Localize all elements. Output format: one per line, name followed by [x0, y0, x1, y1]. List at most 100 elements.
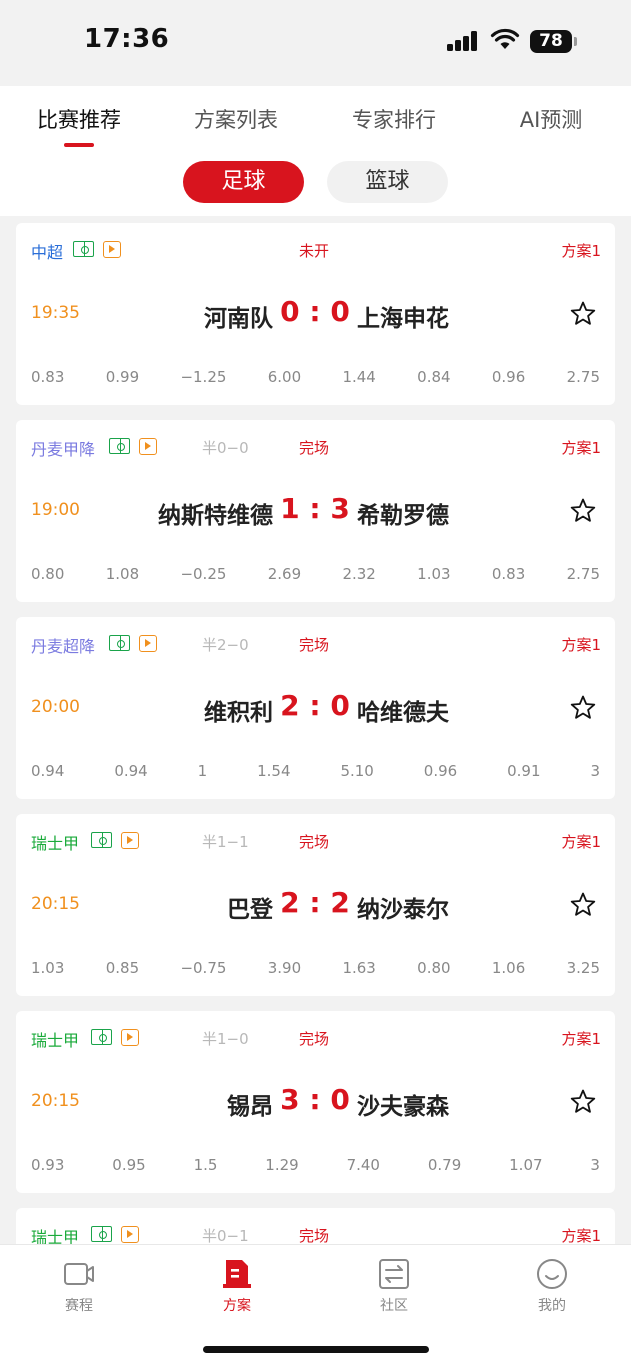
match-list[interactable]: 中超 未开 方案1 19:35 河南队 0 : 0 上海申花 0.83 0.99 −1.25 6.0…	[0, 216, 631, 1244]
plan-link[interactable]: 方案1	[561, 634, 601, 655]
odds-value: 0.95	[112, 1156, 146, 1174]
match-status: 完场	[299, 439, 330, 457]
tabbar-item-plan[interactable]: 方案	[187, 1257, 287, 1315]
odds-value: 2.75	[566, 368, 600, 386]
home-team: 维积利	[204, 700, 273, 726]
video-play-icon[interactable]	[103, 241, 121, 258]
match-icons	[109, 635, 157, 652]
pitch-icon[interactable]	[91, 832, 112, 848]
video-play-icon[interactable]	[121, 832, 139, 849]
league-name[interactable]: 瑞士甲	[31, 1027, 79, 1051]
odds-value: 0.91	[507, 762, 541, 780]
tabbar-label: 方案	[223, 1298, 251, 1314]
odds-value: 0.94	[114, 762, 148, 780]
tabbar-item-community[interactable]: 社区	[344, 1257, 444, 1315]
odds-value: 0.84	[417, 368, 451, 386]
favorite-star-icon[interactable]	[569, 1088, 597, 1116]
plan-link[interactable]: 方案1	[561, 1028, 601, 1049]
odds-value: 5.10	[340, 762, 374, 780]
tabbar-item-mine[interactable]: 我的	[502, 1257, 602, 1315]
match-icons	[73, 241, 121, 258]
pitch-icon[interactable]	[109, 438, 130, 454]
half-time-score: 半1−0	[202, 1030, 249, 1048]
odds-value: 0.93	[31, 1156, 65, 1174]
plan-link[interactable]: 方案1	[561, 437, 601, 458]
plan-link[interactable]: 方案1	[561, 1225, 601, 1244]
video-play-icon[interactable]	[139, 438, 157, 455]
pitch-icon[interactable]	[91, 1226, 112, 1242]
video-play-icon[interactable]	[139, 635, 157, 652]
home-team: 巴登	[227, 897, 273, 923]
match-status: 完场	[299, 1030, 330, 1048]
tab-expert-ranking[interactable]: 专家排行	[324, 104, 464, 134]
odds-value: 2.32	[342, 565, 376, 583]
kickoff-time: 20:15	[31, 894, 80, 914]
odds-row: 0.80 1.08 −0.25 2.69 2.32 1.03 0.83 2.75	[31, 565, 600, 583]
tab-match-recommend[interactable]: 比赛推荐	[9, 104, 149, 134]
pitch-icon[interactable]	[109, 635, 130, 651]
odds-row: 0.93 0.95 1.5 1.29 7.40 0.79 1.07 3	[31, 1156, 600, 1174]
match-card[interactable]: 瑞士甲 半1−1 完场 方案1 20:15 巴登 2 : 2 纳沙泰尔 1.03 0.85 −0.7…	[16, 814, 615, 996]
odds-row: 0.83 0.99 −1.25 6.00 1.44 0.84 0.96 2.75	[31, 368, 600, 386]
odds-value: 1.03	[417, 565, 451, 583]
home-indicator	[203, 1346, 429, 1353]
away-team: 纳沙泰尔	[357, 897, 449, 923]
match-card[interactable]: 中超 未开 方案1 19:35 河南队 0 : 0 上海申花 0.83 0.99 −1.25 6.0…	[16, 223, 615, 405]
pitch-icon[interactable]	[91, 1029, 112, 1045]
odds-value: 0.79	[427, 1156, 462, 1174]
cellular-signal-icon	[447, 31, 477, 51]
match-status: 完场	[299, 636, 330, 654]
league-name[interactable]: 丹麦超降	[31, 633, 95, 657]
league-name[interactable]: 瑞士甲	[31, 1224, 79, 1244]
odds-value: 6.00	[267, 368, 302, 386]
kickoff-time: 20:15	[31, 1091, 80, 1111]
match-icons	[109, 438, 157, 455]
battery-cap	[574, 37, 577, 46]
match-card[interactable]: 瑞士甲 半1−0 完场 方案1 20:15 锡昂 3 : 0 沙夫豪森 0.93 0.95 1.5 1…	[16, 1011, 615, 1193]
favorite-star-icon[interactable]	[569, 694, 597, 722]
header: 比赛推荐 方案列表 专家排行 AI预测 足球 篮球	[0, 86, 631, 216]
match-card[interactable]: 丹麦甲降 半0−0 完场 方案1 19:00 纳斯特维德 1 : 3 希勒罗德 0.80 1.08…	[16, 420, 615, 602]
video-play-icon[interactable]	[121, 1029, 139, 1046]
football-segment-button[interactable]: 足球	[183, 161, 304, 203]
league-name[interactable]: 丹麦甲降	[31, 436, 95, 460]
odds-value: 0.94	[31, 762, 65, 780]
status-bar: 17:36 78	[0, 0, 631, 86]
basketball-segment-button[interactable]: 篮球	[327, 161, 448, 203]
odds-value: 0.80	[31, 565, 65, 583]
odds-value: 1.08	[105, 565, 140, 583]
favorite-star-icon[interactable]	[569, 300, 597, 328]
odds-value: 1.07	[509, 1156, 543, 1174]
half-time-score: 半2−0	[202, 636, 249, 654]
odds-value: 0.96	[423, 762, 458, 780]
status-time: 17:36	[84, 24, 170, 54]
match-card[interactable]: 瑞士甲 半0−1 完场 方案1	[16, 1208, 615, 1244]
tab-ai-prediction[interactable]: AI预测	[481, 104, 621, 134]
odds-value: −0.75	[180, 959, 227, 977]
favorite-star-icon[interactable]	[569, 891, 597, 919]
tab-plan-list[interactable]: 方案列表	[166, 104, 306, 134]
video-play-icon[interactable]	[121, 1226, 139, 1243]
odds-value: 1.03	[31, 959, 65, 977]
plan-link[interactable]: 方案1	[561, 240, 601, 261]
odds-value: 0.83	[491, 565, 526, 583]
odds-value: 0.85	[105, 959, 140, 977]
odds-value: 1.44	[342, 368, 376, 386]
league-name[interactable]: 中超	[31, 239, 63, 263]
odds-value: 1.29	[265, 1156, 299, 1174]
match-status: 未开	[299, 242, 330, 260]
tabbar-label: 我的	[538, 1298, 566, 1314]
odds-value: 2.75	[566, 565, 600, 583]
match-score: 2 : 2	[280, 886, 350, 919]
document-icon	[223, 1260, 251, 1288]
tabbar-item-schedule[interactable]: 赛程	[29, 1257, 129, 1315]
match-card[interactable]: 丹麦超降 半2−0 完场 方案1 20:00 维积利 2 : 0 哈维德夫 0.94 0.94 1 1…	[16, 617, 615, 799]
smiley-icon	[537, 1259, 567, 1289]
video-camera-icon	[64, 1263, 94, 1285]
odds-value: 0.83	[31, 368, 65, 386]
league-name[interactable]: 瑞士甲	[31, 830, 79, 854]
plan-link[interactable]: 方案1	[561, 831, 601, 852]
swap-icon	[379, 1259, 409, 1289]
favorite-star-icon[interactable]	[569, 497, 597, 525]
pitch-icon[interactable]	[73, 241, 94, 257]
